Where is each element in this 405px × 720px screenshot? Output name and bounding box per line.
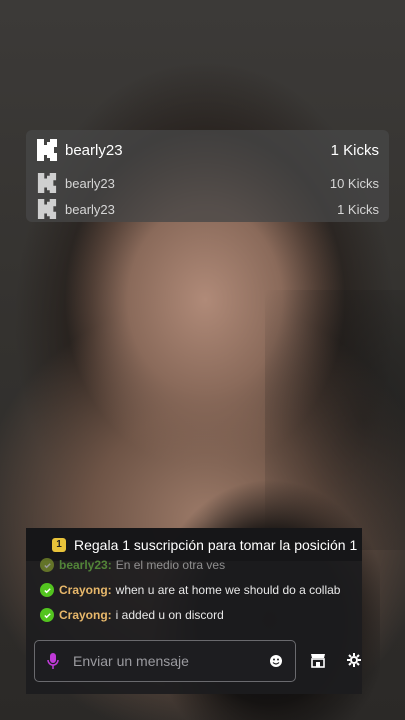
verified-check-icon xyxy=(40,583,54,597)
kick-logo-icon xyxy=(36,171,58,195)
leaderboard-amount: 1 Kicks xyxy=(337,201,379,217)
emoji-icon[interactable] xyxy=(269,654,283,668)
microphone-icon[interactable] xyxy=(47,652,59,670)
leaderboard-amount: 10 Kicks xyxy=(329,175,379,191)
settings-icon[interactable] xyxy=(346,652,362,668)
chat-username[interactable]: Crayong: xyxy=(59,583,112,597)
kick-logo-icon xyxy=(36,138,58,162)
leaderboard-row: bearly23 10 Kicks xyxy=(26,169,389,197)
chat-text: i added u on discord xyxy=(115,608,224,622)
rank-badge: 1 xyxy=(52,537,66,552)
chat-message: Crayong: i added u on discord xyxy=(40,606,356,624)
gift-leaderboard: bearly23 1 Kicks bearly23 10 Kicks bearl… xyxy=(26,130,389,222)
chat-username[interactable]: Crayong: xyxy=(59,608,112,622)
chat-message: bearly23: En el medio otra ves xyxy=(40,558,356,572)
leaderboard-amount: 1 Kicks xyxy=(330,141,379,159)
leaderboard-row: bearly23 1 Kicks xyxy=(26,197,389,221)
chat-message: Crayong: when u are at home we should do… xyxy=(40,581,356,599)
chat-input[interactable]: Enviar un mensaje xyxy=(34,640,296,682)
verified-check-icon xyxy=(40,558,54,572)
chat-text: when u are at home we should do a collab xyxy=(115,583,341,597)
pinned-text: Regala 1 suscripción para tomar la posic… xyxy=(74,536,358,553)
leaderboard-username: bearly23 xyxy=(65,141,123,159)
chat-panel: 1 Regala 1 suscripción para tomar la pos… xyxy=(26,528,362,694)
chat-text: En el medio otra ves xyxy=(115,558,226,572)
leaderboard-username: bearly23 xyxy=(65,175,115,191)
verified-check-icon xyxy=(40,608,54,622)
chat-username[interactable]: bearly23: xyxy=(59,558,112,572)
kick-logo-icon xyxy=(36,197,58,221)
chat-input-placeholder: Enviar un mensaje xyxy=(73,653,189,669)
pinned-subscription-banner[interactable]: 1 Regala 1 suscripción para tomar la pos… xyxy=(26,528,362,561)
leaderboard-row: bearly23 1 Kicks xyxy=(26,134,389,166)
leaderboard-username: bearly23 xyxy=(65,201,115,217)
store-icon[interactable] xyxy=(310,652,326,668)
